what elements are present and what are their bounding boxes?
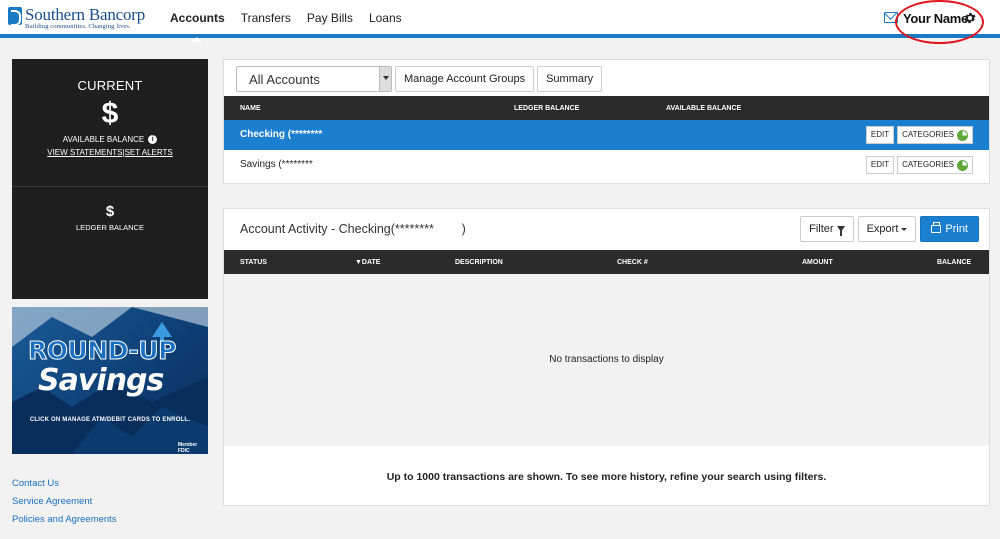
col-ledger-balance: LEDGER BALANCE xyxy=(514,105,580,112)
brand-tagline: Building communities. Changing lives. xyxy=(25,23,131,30)
banner-heading: ROUND-UP xyxy=(28,336,177,366)
round-up-savings-banner[interactable]: ROUND-UP Savings CLICK ON MANAGE ATM/DEB… xyxy=(12,307,208,454)
accounts-panel: All Accounts Manage Account Groups Summa… xyxy=(223,59,990,184)
balance-card: CURRENT $ AVAILABLE BALANCE i VIEW STATE… xyxy=(12,59,208,299)
nav-pay-bills[interactable]: Pay Bills xyxy=(299,0,361,38)
summary-button[interactable]: Summary xyxy=(537,66,603,92)
col-name: NAME xyxy=(240,105,261,112)
categories-button[interactable]: CATEGORIES xyxy=(897,126,973,144)
fdic-badge: Member FDIC xyxy=(178,442,198,454)
banner-instructions: CLICK ON MANAGE ATM/DEBIT CARDS TO ENROL… xyxy=(29,417,191,423)
top-bar: Southern Bancorp Building communities. C… xyxy=(0,0,1000,42)
account-row-savings[interactable]: Savings (******** EDIT CATEGORIES xyxy=(224,150,989,180)
view-statements-link[interactable]: VIEW STATEMENTS xyxy=(47,148,122,157)
footer-links: Contact Us Service Agreement Policies an… xyxy=(12,478,117,532)
col-status[interactable]: STATUS xyxy=(240,259,267,266)
mail-icon[interactable] xyxy=(884,12,898,23)
edit-button[interactable]: EDIT xyxy=(865,126,895,144)
filter-button[interactable]: Filter xyxy=(800,216,854,242)
categories-button[interactable]: CATEGORIES xyxy=(897,156,973,174)
col-amount[interactable]: AMOUNT xyxy=(802,259,833,266)
transactions-limit-note: Up to 1000 transactions are shown. To se… xyxy=(386,471,827,483)
nav-accounts[interactable]: Accounts xyxy=(162,0,233,42)
printer-icon xyxy=(931,222,942,233)
filter-label: Filter xyxy=(809,223,834,235)
account-group-select-value: All Accounts xyxy=(249,72,320,87)
account-group-select[interactable]: All Accounts xyxy=(236,66,392,92)
export-button[interactable]: Export xyxy=(857,216,917,242)
ledger-balance-label: LEDGER BALANCE xyxy=(76,223,144,232)
user-name-menu[interactable]: Your Name xyxy=(903,11,968,26)
caret-down-icon xyxy=(901,227,908,231)
filter-icon xyxy=(836,226,845,236)
info-icon[interactable]: i xyxy=(148,135,158,144)
accounts-table-header: NAME LEDGER BALANCE AVAILABLE BALANCE xyxy=(224,96,989,120)
edit-button[interactable]: EDIT xyxy=(865,156,895,174)
contact-us-link[interactable]: Contact Us xyxy=(12,478,117,489)
transactions-table-header: STATUS ▼DATE DESCRIPTION CHECK # AMOUNT … xyxy=(224,250,989,274)
policies-link[interactable]: Policies and Agreements xyxy=(12,514,117,525)
activity-toolbar: Filter Export Print xyxy=(800,216,979,242)
accounts-toolbar: All Accounts Manage Account Groups Summa… xyxy=(236,66,603,92)
account-row-checking[interactable]: Checking (******** EDIT CATEGORIES xyxy=(224,120,989,150)
empty-state-message: No transactions to display xyxy=(549,354,664,365)
ledger-balance-amount: $ xyxy=(105,203,115,220)
balance-card-title: CURRENT xyxy=(77,78,143,93)
col-date[interactable]: ▼DATE xyxy=(355,259,380,266)
activity-title: Account Activity - Checking(******** ) xyxy=(240,222,466,236)
main-nav: Accounts Transfers Pay Bills Loans xyxy=(162,0,410,42)
transactions-table-body: No transactions to display xyxy=(224,274,989,446)
set-alerts-link[interactable]: SET ALERTS xyxy=(125,148,173,157)
account-name: Checking (******** xyxy=(240,129,323,140)
account-activity-panel: Account Activity - Checking(******** ) F… xyxy=(223,208,990,506)
categories-label: CATEGORIES xyxy=(902,160,954,169)
export-label: Export xyxy=(866,223,899,235)
pie-chart-icon xyxy=(957,129,968,141)
pie-chart-icon xyxy=(957,159,968,171)
chevron-down-icon xyxy=(379,67,391,91)
col-available-balance: AVAILABLE BALANCE xyxy=(666,105,742,112)
col-description[interactable]: DESCRIPTION xyxy=(455,259,503,266)
nav-loans[interactable]: Loans xyxy=(361,0,410,38)
manage-account-groups-button[interactable]: Manage Account Groups xyxy=(395,66,535,92)
account-name: Savings (******** xyxy=(240,159,313,170)
nav-transfers[interactable]: Transfers xyxy=(233,0,299,38)
col-balance[interactable]: BALANCE xyxy=(937,259,971,266)
available-balance-amount: $ xyxy=(101,97,119,130)
logo-mark-icon xyxy=(8,7,22,26)
service-agreement-link[interactable]: Service Agreement xyxy=(12,496,117,507)
brand-logo[interactable]: Southern Bancorp Building communities. C… xyxy=(8,6,145,30)
categories-label: CATEGORIES xyxy=(902,130,954,139)
print-label: Print xyxy=(945,223,968,235)
brand-name: Southern Bancorp xyxy=(25,5,146,24)
available-balance-label: AVAILABLE BALANCE xyxy=(62,135,145,144)
gear-icon[interactable] xyxy=(963,11,977,25)
col-check-number[interactable]: CHECK # xyxy=(617,259,648,266)
print-button[interactable]: Print xyxy=(920,216,979,242)
banner-subheading: Savings xyxy=(38,363,164,398)
